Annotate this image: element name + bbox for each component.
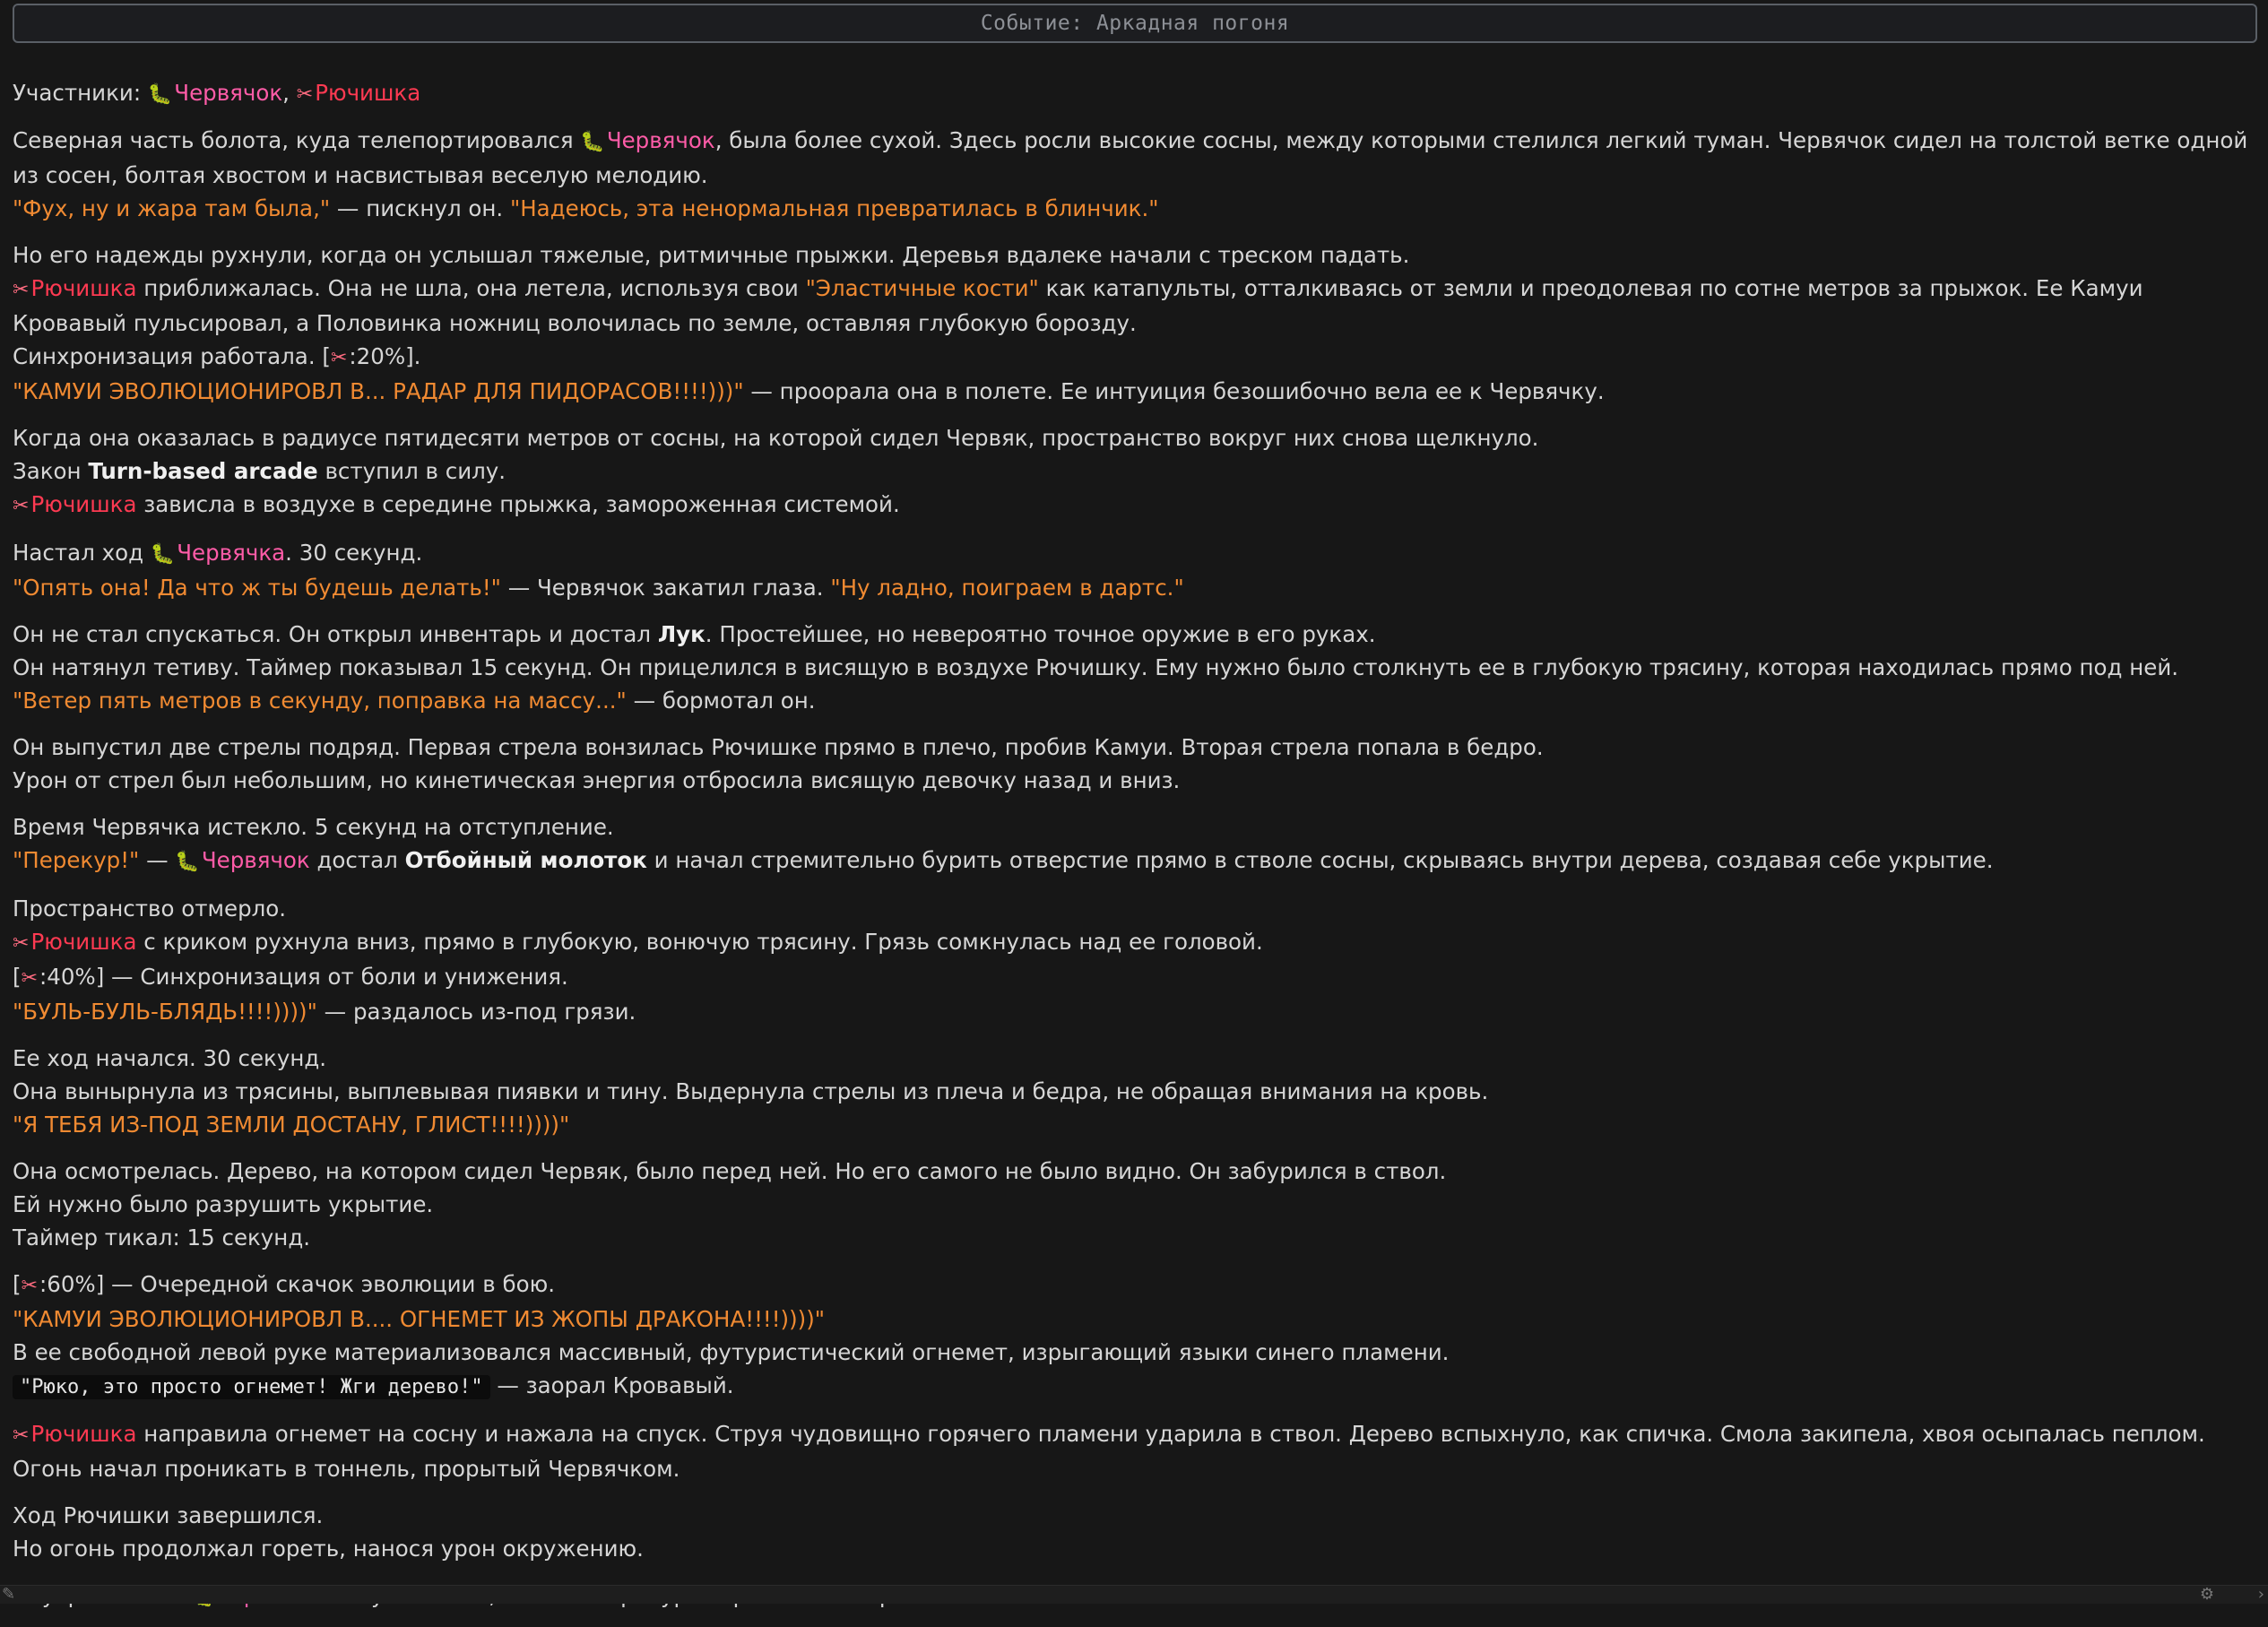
name-worm: Червячок [606,127,715,153]
story-paragraph: Пространство отмерло. ✂Рючишка с криком … [13,896,1263,1025]
settings-icon[interactable]: ⚙ [2200,1586,2214,1604]
story-paragraph: ✂Рючишка направила огнемет на сосну и на… [13,1421,2205,1482]
inline-code-quote: "Рюко, это просто огнемет! Жги дерево!" [13,1375,490,1399]
story-log: Участники: 🐛Червячок, ✂Рючишка Северная … [13,76,2255,1627]
dialogue-quote: "КАМУИ ЭВОЛЮЦИОНИРОВЛ В... РАДАР ДЛЯ ПИД… [13,378,744,404]
story-paragraph: Он выпустил две стрелы подряд. Первая ст… [13,734,1544,793]
dialogue-quote: "КАМУИ ЭВОЛЮЦИОНИРОВЛ В.... ОГНЕМЕТ ИЗ Ж… [13,1306,826,1332]
story-paragraph: Когда она оказалась в радиусе пятидесяти… [13,425,1539,517]
dialogue-quote: "Фух, ну и жара там была," [13,195,331,221]
story-paragraph: Он не стал спускаться. Он открыл инвента… [13,621,2179,714]
caterpillar-icon: 🐛 [580,131,605,153]
name-ryu: Рючишка [30,929,137,955]
story-paragraph: Ее ход начался. 30 секунд. Она вынырнула… [13,1042,2255,1141]
name-ryu: Рючишка [30,275,137,301]
law-name: Turn-based arcade [88,458,318,484]
dialogue-quote: "Ну ладно, поиграем в дартс." [830,575,1184,601]
caterpillar-icon: 🐛 [175,851,200,873]
participants-line: Участники: 🐛Червячок, ✂Рючишка [13,80,421,106]
story-paragraph: Северная часть болота, куда телепортиров… [13,127,2248,221]
story-paragraph: Настал ход 🐛Червячка. 30 секунд. "Опять … [13,540,1184,601]
participants-label: Участники: [13,80,142,106]
chevron-right-icon[interactable]: › [2258,1586,2264,1604]
scissors-icon: ✂ [13,279,30,301]
dialogue-quote: "Надеюсь, эта ненормальная превратилась … [509,195,1159,221]
item-name: Лук [657,621,706,647]
scissors-icon: ✂ [13,932,30,955]
scissors-icon: ✂ [21,1275,38,1297]
scissors-icon: ✂ [13,495,30,517]
story-paragraph: Она осмотрелась. Дерево, на котором сиде… [13,1158,1447,1251]
dialogue-quote: "Опять она! Да что ж ты будешь делать!" [13,575,501,601]
scissors-icon: ✂ [296,83,314,106]
scissors-icon: ✂ [330,347,348,369]
story-paragraph: [✂:60%] — Очередной скачок эволюции в бо… [13,1268,2255,1404]
caterpillar-icon: 🐛 [150,543,176,566]
dialogue-quote: "БУЛЬ-БУЛЬ-БЛЯДЬ!!!!))))" [13,999,317,1025]
dialogue-quote: "Ветер пять метров в секунду, поправка н… [13,688,627,714]
story-paragraph: Время Червячка истекло. 5 секунд на отст… [13,814,1994,873]
caterpillar-icon: 🐛 [147,83,173,106]
story-paragraph: Ход Рючишки завершился. Но огонь продолж… [13,1502,644,1562]
scissors-icon: ✂ [13,1424,30,1447]
participant-ryu[interactable]: Рючишка [315,80,420,106]
name-worm: Червячка [177,540,286,566]
name-ryu: Рючишка [30,491,137,517]
scissors-icon: ✂ [21,967,38,990]
pencil-icon[interactable]: ✎ [2,1586,15,1604]
dialogue-quote: "Эластичные кости" [805,275,1039,301]
event-title: Событие: Аркадная погоня [13,4,2257,43]
dialogue-quote: "Перекур!" [13,847,140,873]
participant-worm[interactable]: Червячок [174,80,282,106]
name-worm: Червячок [201,847,310,873]
bottom-toolbar: ✎ ⚙ › [0,1585,2268,1604]
item-name: Отбойный молоток [404,847,647,873]
dialogue-quote: "Я ТЕБЯ ИЗ-ПОД ЗЕМЛИ ДОСТАНУ, ГЛИСТ!!!!)… [13,1112,570,1138]
story-paragraph: Но его надежды рухнули, когда он услышал… [13,242,2143,404]
name-ryu: Рючишка [30,1421,137,1447]
